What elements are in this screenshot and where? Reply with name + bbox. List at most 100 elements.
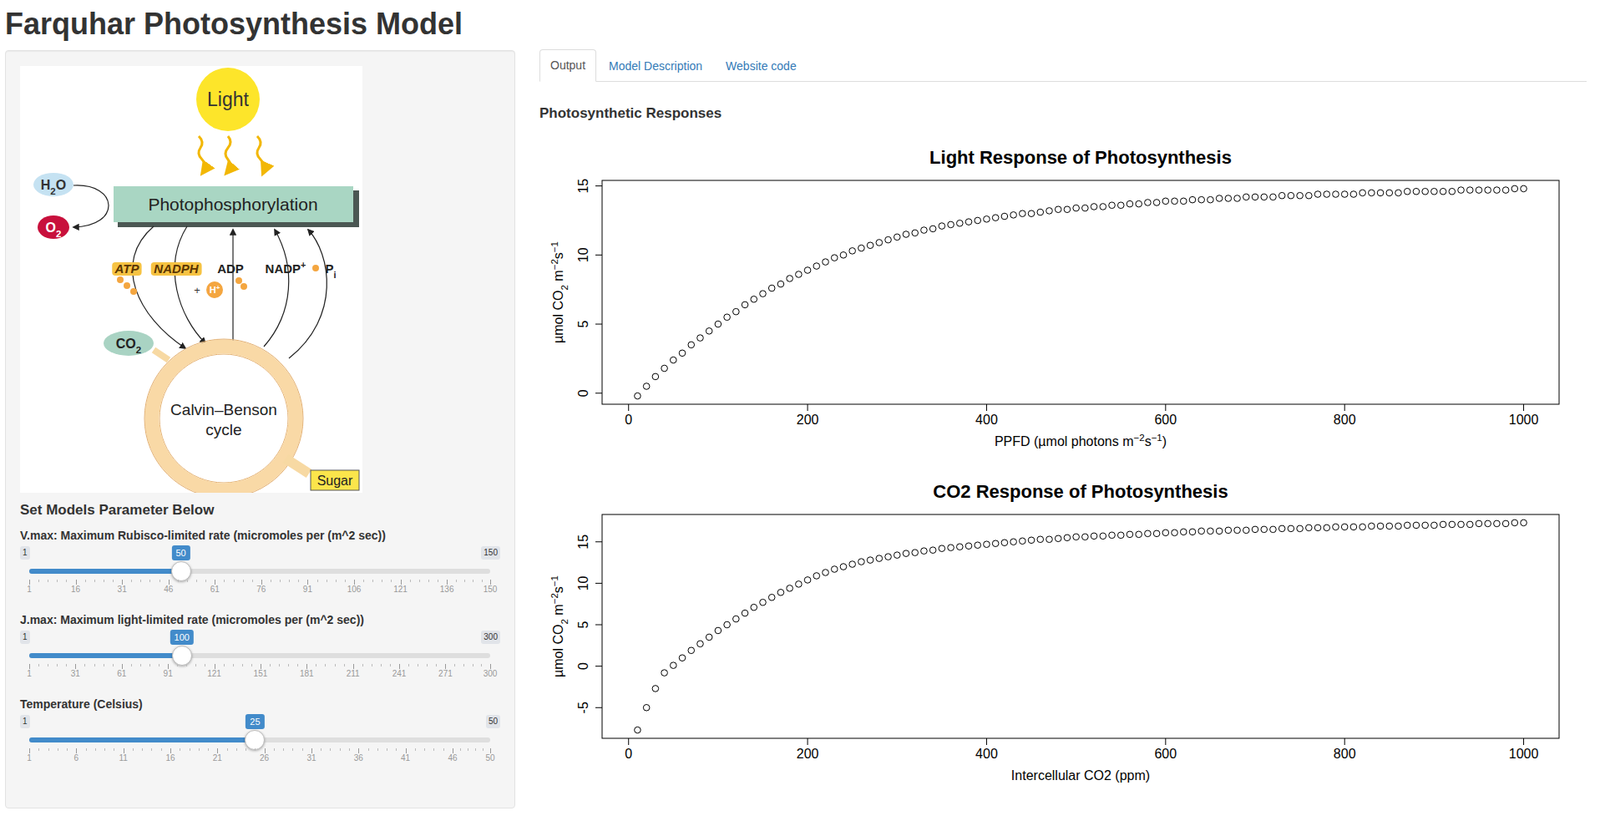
x-tick-label: 1000 <box>1508 746 1540 761</box>
slider-track[interactable] <box>29 568 491 574</box>
slider[interactable]: 13001001316191121151181211241271300 <box>20 627 501 683</box>
data-point <box>893 551 901 559</box>
slider-tick <box>490 748 492 754</box>
data-point <box>1296 525 1304 532</box>
slider-group: V.max: Maximum Rubisco-limited rate (mic… <box>20 527 501 598</box>
slider-minor-tick <box>47 663 49 667</box>
layout: LightPhotophosphorylationH2OO2ATPNADPHAD… <box>5 50 1595 809</box>
slider-label: V.max: Maximum Rubisco-limited rate (mic… <box>20 527 501 543</box>
data-point <box>1422 521 1429 529</box>
molecule-label: NADP+ <box>265 259 307 276</box>
slider-tick-label: 151 <box>253 668 269 679</box>
slider-value: 100 <box>170 629 194 645</box>
slider-minor-tick <box>38 748 40 751</box>
slider[interactable]: 1502516111621263136414650 <box>20 711 501 767</box>
slider-tick-label: 241 <box>392 668 407 679</box>
data-point <box>1001 212 1008 220</box>
molecule-label: ADP <box>217 261 244 276</box>
slider-tick <box>29 663 31 669</box>
tab[interactable]: Website code <box>714 49 808 82</box>
molecule: ATP <box>111 261 142 276</box>
data-point <box>1090 532 1098 540</box>
slider-tick-label: 61 <box>116 668 127 679</box>
data-point <box>1341 523 1348 531</box>
data-point <box>1198 196 1206 203</box>
slider-minor-tick <box>186 663 188 667</box>
data-point <box>1520 185 1528 193</box>
data-point <box>678 349 686 357</box>
sidebar: LightPhotophosphorylationH2OO2ATPNADPHAD… <box>5 50 516 809</box>
data-point <box>929 225 937 233</box>
data-point <box>786 275 794 283</box>
slider-minor-tick <box>329 748 331 751</box>
slider-tick <box>311 748 313 754</box>
x-tick-label: 600 <box>1154 746 1177 761</box>
slider-tick-label: 61 <box>210 584 220 595</box>
data-point <box>786 585 794 593</box>
slider-minor-tick <box>410 579 411 583</box>
data-point <box>947 544 955 552</box>
data-point <box>947 221 955 228</box>
slider-minor-tick <box>158 663 160 667</box>
slider-tick <box>217 748 218 754</box>
y-axis-title: µmol CO2 m−2s−1 <box>549 241 570 344</box>
data-point <box>1306 524 1313 532</box>
tab[interactable]: Model Description <box>597 49 714 82</box>
data-point <box>1225 195 1232 203</box>
page-title: Farquhar Photosynthesis Model <box>5 0 1595 51</box>
slider-minor-tick <box>283 748 284 751</box>
data-point <box>1511 185 1519 193</box>
slider-tick-label: 1 <box>26 668 32 679</box>
data-point <box>1207 196 1215 203</box>
slider-minor-tick <box>320 748 322 751</box>
data-point <box>1511 519 1519 527</box>
data-point <box>724 621 731 628</box>
slider-minor-tick <box>297 663 299 667</box>
slider-handle[interactable] <box>244 729 265 750</box>
data-point <box>983 541 991 548</box>
data-point <box>1323 191 1331 198</box>
data-point <box>992 540 999 547</box>
data-point <box>974 217 982 224</box>
data-point <box>1439 187 1447 195</box>
y-axis-title: µmol CO2 m−2s−1 <box>549 575 570 678</box>
slider-minor-tick <box>324 663 326 667</box>
x-tick-label: 400 <box>975 412 998 427</box>
x-tick-label: 1000 <box>1508 412 1540 427</box>
data-point <box>759 598 767 606</box>
slider-tick-label: 271 <box>438 668 453 679</box>
slider-minor-tick <box>151 748 152 751</box>
slider-tick-label: 31 <box>117 584 127 595</box>
slider[interactable]: 1150501163146617691106121136150 <box>20 542 501 598</box>
slider-tick-label: 121 <box>393 584 408 595</box>
slider-minor-tick <box>273 748 275 751</box>
data-point <box>1287 192 1295 199</box>
data-point <box>813 572 821 580</box>
data-point <box>697 334 704 342</box>
x-tick-label: 0 <box>624 412 633 427</box>
data-point <box>885 553 892 561</box>
slider-handle[interactable] <box>172 645 193 666</box>
data-point <box>1439 521 1447 528</box>
slider-minor-tick <box>65 663 67 667</box>
slider-minor-tick <box>132 748 134 751</box>
slider-value: 50 <box>171 545 190 561</box>
slider-minor-tick <box>426 663 428 667</box>
slider-track[interactable] <box>29 653 491 659</box>
data-point <box>1027 210 1035 218</box>
slider-tick <box>490 663 492 669</box>
molecule: NADP+ <box>265 259 307 276</box>
data-point <box>643 383 650 390</box>
slider-handle[interactable] <box>171 561 192 582</box>
data-point <box>1403 187 1411 195</box>
data-point <box>1225 526 1232 534</box>
slider-minor-tick <box>368 748 370 751</box>
data-point <box>1082 204 1089 212</box>
data-point <box>1054 206 1062 213</box>
molecule: ADP <box>217 261 244 276</box>
tab[interactable]: Output <box>539 49 597 82</box>
water-cloud-icon <box>33 172 74 197</box>
slider-minor-tick <box>47 579 49 583</box>
data-point <box>1251 526 1259 533</box>
data-point <box>849 561 856 568</box>
